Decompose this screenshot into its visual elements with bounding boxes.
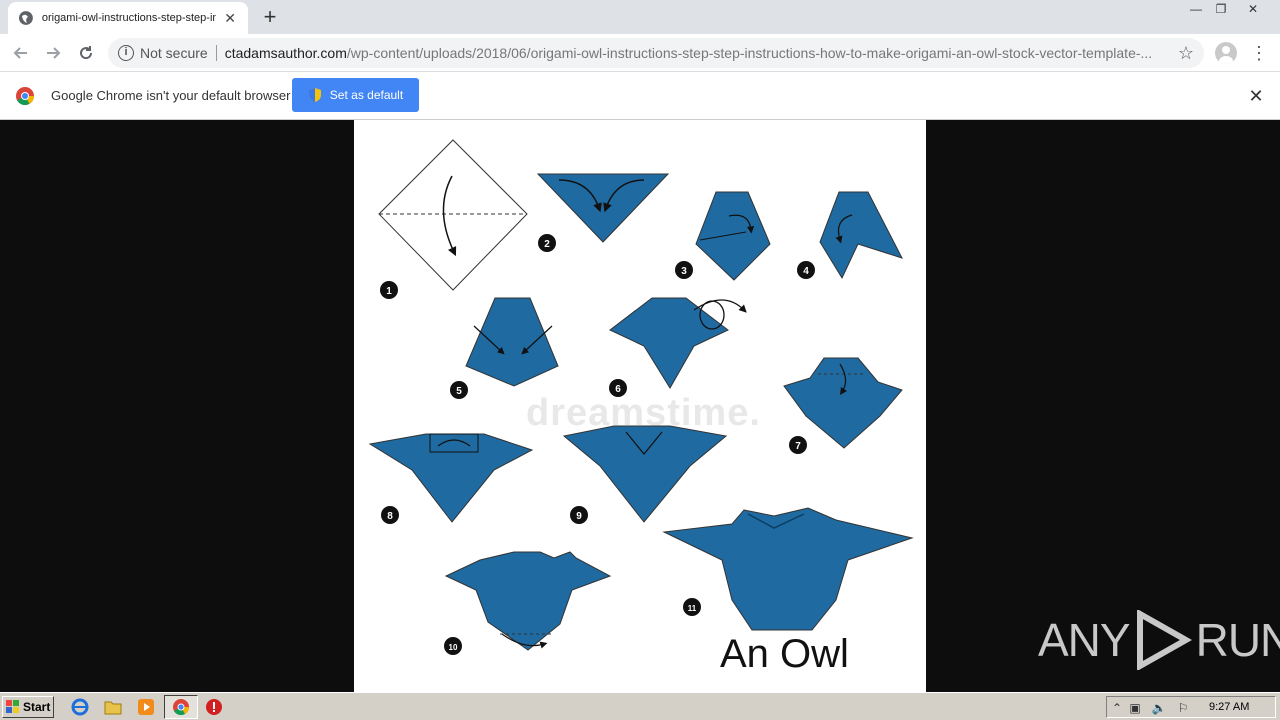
step-label-3: 3 bbox=[681, 266, 687, 277]
step-2-diagram bbox=[536, 173, 670, 243]
reload-icon bbox=[80, 46, 93, 60]
step-3-diagram bbox=[695, 191, 771, 281]
step-9-diagram bbox=[562, 425, 728, 523]
step-4-diagram bbox=[819, 191, 903, 280]
security-label: Not secure bbox=[140, 45, 208, 61]
chrome-icon bbox=[171, 697, 191, 717]
profile-avatar-icon[interactable] bbox=[1215, 42, 1237, 64]
url-host: ctadamsauthor.com bbox=[224, 45, 347, 61]
step-11-diagram bbox=[662, 507, 914, 631]
clock[interactable]: 9:27 AM bbox=[1209, 701, 1249, 713]
step-5-diagram bbox=[465, 297, 559, 387]
step-label-8: 8 bbox=[387, 511, 393, 522]
system-tray: ⌃ ▣ 🔈 ⚐ 9:27 AM bbox=[1106, 696, 1276, 718]
step-7-diagram bbox=[783, 357, 903, 449]
address-bar[interactable]: i Not secure ctadamsauthor.com /wp-conte… bbox=[108, 38, 1204, 68]
forward-button[interactable] bbox=[42, 42, 64, 64]
tab-title: origami-owl-instructions-step-step-in bbox=[41, 12, 217, 24]
infobar-message: Google Chrome isn't your default browser bbox=[51, 88, 291, 103]
step-1-diagram bbox=[378, 139, 528, 291]
tray-expand-icon[interactable]: ⌃ bbox=[1109, 700, 1125, 716]
network-icon[interactable]: ▣ bbox=[1127, 700, 1143, 716]
reload-button[interactable] bbox=[75, 42, 97, 64]
step-10-diagram bbox=[444, 551, 612, 651]
restore-button[interactable]: ❐ bbox=[1208, 0, 1234, 18]
volume-icon[interactable]: 🔈 bbox=[1151, 700, 1167, 716]
forward-arrow-icon bbox=[47, 47, 61, 59]
minimize-button[interactable]: — bbox=[1183, 0, 1209, 18]
step-label-10: 10 bbox=[449, 643, 458, 652]
info-icon[interactable]: i bbox=[118, 45, 134, 61]
action-center-flag-icon[interactable]: ⚐ bbox=[1175, 700, 1191, 716]
windows-flag-icon bbox=[6, 700, 19, 713]
step-label-5: 5 bbox=[456, 386, 462, 397]
tab-close-icon[interactable]: ✕ bbox=[222, 10, 238, 27]
bookmark-star-icon[interactable]: ☆ bbox=[1178, 43, 1194, 64]
globe-icon bbox=[18, 11, 33, 25]
step-label-4: 4 bbox=[803, 266, 809, 277]
image-caption: An Owl bbox=[720, 632, 849, 676]
stop-sign-icon[interactable] bbox=[204, 697, 224, 717]
anyrun-left-text: ANY bbox=[1038, 614, 1131, 666]
start-button[interactable]: Start bbox=[2, 696, 54, 718]
step-label-6: 6 bbox=[615, 384, 621, 395]
set-as-default-button[interactable]: Set as default bbox=[292, 78, 419, 112]
play-logo-icon bbox=[1136, 610, 1192, 670]
step-label-1: 1 bbox=[386, 286, 392, 297]
step-6-diagram bbox=[609, 297, 747, 389]
start-label: Start bbox=[23, 700, 51, 714]
close-window-button[interactable]: ✕ bbox=[1240, 0, 1266, 18]
back-arrow-icon bbox=[13, 47, 27, 59]
page-content: dreamstime. 1 2 3 4 5 6 7 8 9 10 11 An O… bbox=[0, 120, 1280, 692]
chrome-logo-icon bbox=[16, 87, 34, 105]
anyrun-right-text: RUN bbox=[1195, 614, 1280, 666]
origami-owl-image: dreamstime. 1 2 3 4 5 6 7 8 9 10 11 An O… bbox=[354, 120, 926, 692]
infobar-close-icon[interactable]: ✕ bbox=[1247, 86, 1265, 107]
default-browser-infobar: Google Chrome isn't your default browser… bbox=[0, 72, 1280, 120]
ie-icon[interactable] bbox=[70, 697, 90, 717]
url-path: /wp-content/uploads/2018/06/origami-owl-… bbox=[346, 45, 1153, 61]
anyrun-watermark: ANY RUN bbox=[1038, 608, 1280, 672]
back-button[interactable] bbox=[10, 42, 32, 64]
separator bbox=[215, 45, 217, 61]
step-label-11: 11 bbox=[688, 604, 697, 613]
step-label-7: 7 bbox=[795, 441, 801, 452]
tab-strip: origami-owl-instructions-step-step-in ✕ … bbox=[0, 0, 1280, 34]
set-as-default-label: Set as default bbox=[329, 88, 404, 102]
windows-taskbar: Start ⌃ ▣ 🔈 ⚐ 9:27 AM bbox=[0, 692, 1280, 720]
new-tab-button[interactable]: + bbox=[258, 5, 282, 29]
toolbar: i Not secure ctadamsauthor.com /wp-conte… bbox=[0, 34, 1280, 72]
media-player-icon[interactable] bbox=[136, 697, 156, 717]
tab-active[interactable]: origami-owl-instructions-step-step-in ✕ bbox=[8, 2, 248, 34]
step-label-2: 2 bbox=[544, 239, 550, 250]
step-label-9: 9 bbox=[576, 511, 582, 522]
explorer-folder-icon[interactable] bbox=[103, 697, 123, 717]
origami-diagram: 1 2 3 4 5 6 7 8 9 10 11 bbox=[368, 139, 914, 655]
menu-kebab-icon[interactable]: ⋮ bbox=[1250, 42, 1268, 64]
uac-shield-icon bbox=[308, 88, 321, 102]
